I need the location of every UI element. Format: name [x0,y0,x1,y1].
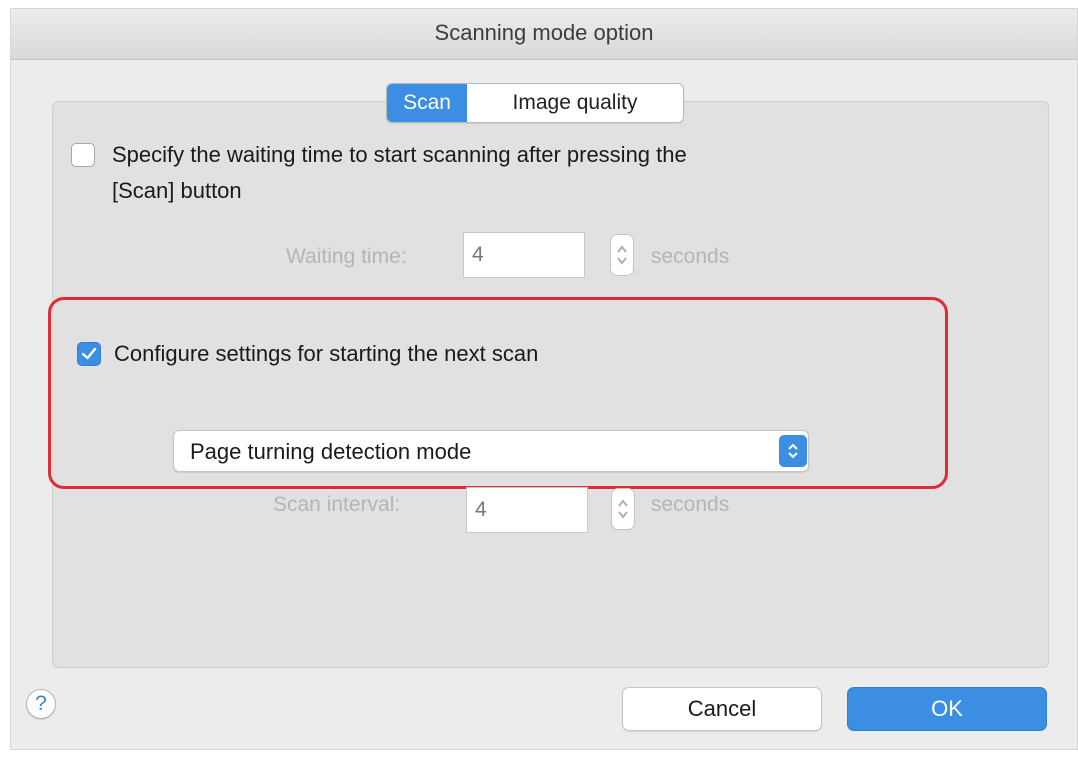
cancel-button[interactable]: Cancel [622,687,822,731]
title-bar: Scanning mode option [11,9,1077,60]
stepper-arrows-icon [617,245,627,265]
scan-interval-stepper[interactable] [611,488,635,530]
tab-image-quality[interactable]: Image quality [467,84,683,122]
waiting-time-unit: seconds [651,245,730,268]
help-icon: ? [35,692,47,715]
scanning-mode-dialog: Scanning mode option Scan Image quality … [10,8,1078,750]
waiting-time-checkbox-label-line2: [Scan] button [112,178,242,203]
tab-bar: Scan Image quality [386,83,684,123]
waiting-time-checkbox[interactable] [71,143,95,167]
scan-interval-unit: seconds [651,493,730,516]
highlight-frame [48,297,948,489]
waiting-time-stepper[interactable] [610,234,634,276]
waiting-time-checkbox-label: Specify the waiting time to start scanni… [112,142,687,167]
help-button[interactable]: ? [26,689,56,719]
scan-interval-label: Scan interval: [273,493,401,516]
waiting-time-label: Waiting time: [286,245,407,268]
scan-interval-field[interactable]: 4 [466,487,588,533]
ok-button[interactable]: OK [847,687,1047,731]
window-title: Scanning mode option [434,20,654,45]
tab-scan[interactable]: Scan [387,84,467,122]
stepper-arrows-icon [618,499,628,519]
waiting-time-field[interactable]: 4 [463,232,585,278]
